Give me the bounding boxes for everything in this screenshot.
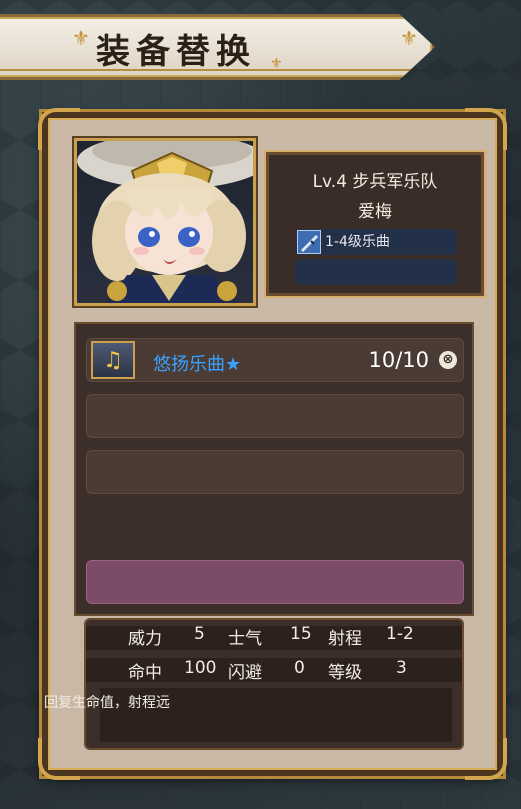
- equipment-name: 1-4级乐曲: [325, 234, 390, 250]
- page-title: 装备替换: [96, 32, 256, 72]
- grade-value: 3: [396, 658, 407, 678]
- hit-label: 命中: [128, 663, 162, 683]
- selected-skill-slot[interactable]: [86, 560, 464, 604]
- evade-value: 0: [294, 658, 305, 678]
- rifle-icon: [297, 230, 321, 254]
- fleur-bottom-icon: ⚜: [270, 56, 283, 72]
- skill-slot[interactable]: ♫ 悠扬乐曲★ 10/10 ⊗: [86, 338, 464, 382]
- morale-label: 士气: [228, 629, 262, 649]
- power-value: 5: [194, 624, 205, 644]
- unit-portrait: [72, 136, 258, 308]
- empty-skill-slot[interactable]: [86, 394, 464, 438]
- unit-info-panel: Lv.4 步兵军乐队 爱梅 1-4级乐曲: [264, 150, 486, 298]
- corner-ornament: [465, 108, 507, 150]
- hit-value: 100: [184, 658, 217, 678]
- unit-name: 爱梅: [358, 202, 392, 222]
- corner-ornament: [38, 738, 80, 780]
- unit-level-class: Lv.4 步兵军乐队: [312, 172, 438, 192]
- evade-label: 闪避: [228, 663, 262, 683]
- corner-ornament: [465, 738, 507, 780]
- fleur-left-icon: ⚜: [72, 26, 90, 50]
- character-illustration: [77, 141, 253, 303]
- remove-skill-button[interactable]: ⊗: [439, 351, 457, 369]
- skills-panel: ♫ 悠扬乐曲★ 10/10 ⊗: [74, 322, 474, 616]
- empty-equipment-slot[interactable]: [295, 259, 457, 285]
- equipment-slot[interactable]: 1-4级乐曲: [295, 229, 457, 255]
- grade-label: 等级: [328, 663, 362, 683]
- range-label: 射程: [328, 629, 362, 649]
- empty-skill-slot[interactable]: [86, 450, 464, 494]
- range-value: 1-2: [386, 624, 414, 644]
- music-note-icon: ♫: [91, 341, 135, 379]
- skill-count: 10/10: [368, 348, 429, 372]
- skill-name: 悠扬乐曲★: [153, 354, 242, 375]
- fleur-right-icon: ⚜: [400, 26, 418, 50]
- skill-description: 回复生命值，射程远: [44, 695, 170, 711]
- morale-value: 15: [290, 624, 312, 644]
- power-label: 威力: [128, 629, 162, 649]
